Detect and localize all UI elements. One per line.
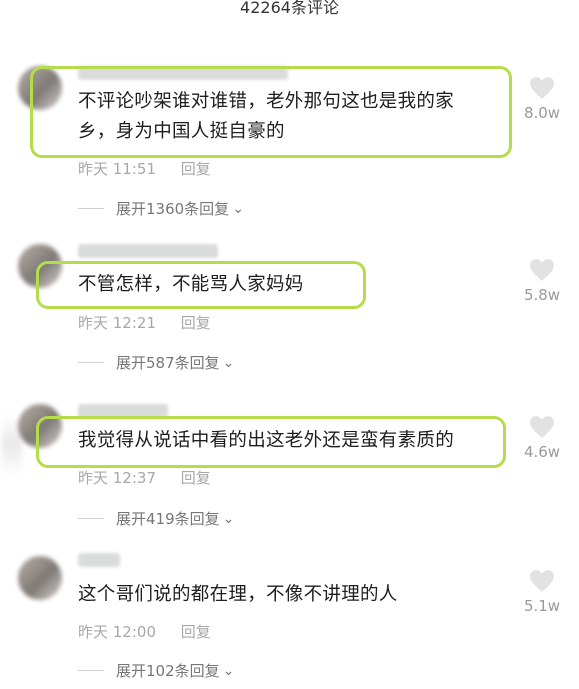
chevron-down-icon: ⌄	[222, 354, 235, 371]
comment-text: 不评论吵架谁对谁错，老外那句这也是我的家 乡，身为中国人挺自豪的	[78, 87, 454, 147]
divider-line	[78, 518, 104, 519]
comment-text-line: 乡，身为中国人挺自豪的	[78, 121, 285, 142]
reply-button[interactable]: 回复	[181, 160, 211, 178]
reply-button[interactable]: 回复	[181, 314, 211, 332]
like-count: 4.6w	[523, 443, 561, 461]
like-button[interactable]: 8.0w	[520, 76, 564, 122]
comment-text-line: 这个哥们说的都在理，不像不讲理的人	[78, 584, 398, 605]
heart-icon	[530, 570, 554, 592]
expand-replies-label: 展开419条回复	[116, 510, 220, 528]
username-redacted[interactable]	[78, 553, 120, 567]
like-count: 5.1w	[523, 597, 561, 615]
comment-time: 昨天 12:21	[78, 314, 156, 332]
expand-replies-label: 展开1360条回复	[116, 200, 230, 218]
like-count: 5.8w	[523, 286, 561, 304]
expand-replies-label: 展开587条回复	[116, 354, 220, 372]
divider-line	[78, 670, 104, 671]
expand-replies-button[interactable]: 展开419条回复 ⌄	[78, 508, 234, 529]
like-button[interactable]: 5.8w	[520, 258, 564, 304]
divider-line	[78, 362, 104, 363]
expand-replies-label: 展开102条回复	[116, 662, 220, 680]
comment-time: 昨天 11:51	[78, 160, 156, 178]
like-count: 8.0w	[523, 104, 561, 122]
comment-text-line: 我觉得从说话中看的出这老外还是蛮有素质的	[78, 430, 455, 451]
like-button[interactable]: 5.1w	[520, 569, 564, 615]
like-button[interactable]: 4.6w	[520, 415, 564, 461]
comments-count-title: 42264条评论	[240, 0, 339, 17]
comment-text: 这个哥们说的都在理，不像不讲理的人	[78, 580, 398, 610]
comment-time: 昨天 12:37	[78, 469, 156, 487]
expand-replies-button[interactable]: 展开587条回复 ⌄	[78, 352, 234, 373]
comment-meta: 昨天 11:51 回复	[78, 158, 211, 179]
comment-time: 昨天 12:00	[78, 623, 156, 641]
comment-text: 我觉得从说话中看的出这老外还是蛮有素质的	[78, 426, 454, 456]
chevron-down-icon: ⌄	[222, 662, 235, 679]
heart-icon	[530, 77, 554, 99]
reply-button[interactable]: 回复	[181, 623, 211, 641]
comment-meta: 昨天 12:21 回复	[78, 312, 211, 333]
comment-text-line: 不管怎样，不能骂人家妈妈	[78, 274, 304, 295]
comment-text: 不管怎样，不能骂人家妈妈	[78, 270, 304, 300]
avatar[interactable]	[18, 556, 62, 600]
comment-meta: 昨天 12:37 回复	[78, 467, 211, 488]
username-redacted[interactable]	[78, 244, 218, 258]
divider-line	[78, 208, 104, 209]
comment-text-line: 不评论吵架谁对谁错，老外那句这也是我的家	[78, 91, 455, 112]
chevron-down-icon: ⌄	[222, 510, 235, 527]
chevron-down-icon: ⌄	[232, 200, 244, 217]
comment-meta: 昨天 12:00 回复	[78, 621, 211, 642]
expand-replies-button[interactable]: 展开1360条回复 ⌄	[78, 198, 244, 219]
heart-icon	[530, 259, 554, 281]
expand-replies-button[interactable]: 展开102条回复 ⌄	[78, 660, 234, 681]
reply-button[interactable]: 回复	[181, 469, 211, 487]
heart-icon	[530, 416, 554, 438]
